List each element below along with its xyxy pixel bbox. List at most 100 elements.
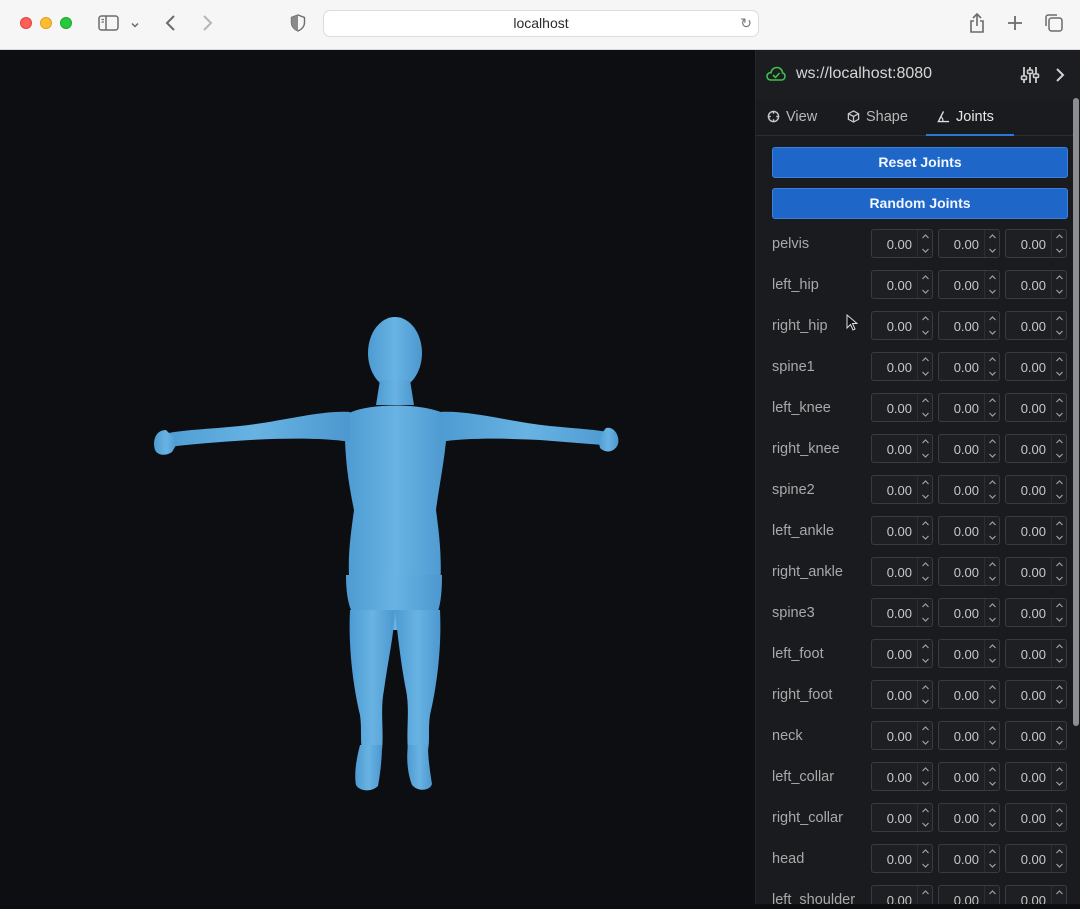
stepper-arrows-icon[interactable]: [1051, 312, 1066, 339]
joint-value-input[interactable]: 0.00: [938, 885, 1000, 904]
stepper-arrows-icon[interactable]: [984, 435, 999, 462]
joint-value-input[interactable]: 0.00: [871, 475, 933, 504]
stepper-arrows-icon[interactable]: [984, 599, 999, 626]
joint-value-input[interactable]: 0.00: [1005, 557, 1067, 586]
joint-value-input[interactable]: 0.00: [1005, 229, 1067, 258]
settings-sliders-icon[interactable]: [1020, 65, 1040, 90]
joint-value-input[interactable]: 0.00: [871, 352, 933, 381]
stepper-arrows-icon[interactable]: [1051, 230, 1066, 257]
address-bar[interactable]: localhost ↻: [323, 10, 759, 37]
stepper-arrows-icon[interactable]: [984, 476, 999, 503]
joint-value-input[interactable]: 0.00: [938, 803, 1000, 832]
joint-value-input[interactable]: 0.00: [938, 844, 1000, 873]
joint-value-input[interactable]: 0.00: [938, 762, 1000, 791]
sidebar-toggle-icon[interactable]: [98, 14, 120, 37]
stepper-arrows-icon[interactable]: [917, 640, 932, 667]
stepper-arrows-icon[interactable]: [1051, 394, 1066, 421]
joint-value-input[interactable]: 0.00: [1005, 434, 1067, 463]
stepper-arrows-icon[interactable]: [917, 722, 932, 749]
share-icon[interactable]: [968, 12, 986, 39]
stepper-arrows-icon[interactable]: [1051, 476, 1066, 503]
back-icon[interactable]: [164, 13, 178, 38]
stepper-arrows-icon[interactable]: [917, 517, 932, 544]
stepper-arrows-icon[interactable]: [1051, 845, 1066, 872]
stepper-arrows-icon[interactable]: [917, 558, 932, 585]
stepper-arrows-icon[interactable]: [917, 394, 932, 421]
joint-value-input[interactable]: 0.00: [938, 680, 1000, 709]
stepper-arrows-icon[interactable]: [917, 435, 932, 462]
joint-value-input[interactable]: 0.00: [938, 721, 1000, 750]
stepper-arrows-icon[interactable]: [917, 230, 932, 257]
stepper-arrows-icon[interactable]: [984, 804, 999, 831]
joint-value-input[interactable]: 0.00: [938, 434, 1000, 463]
joint-value-input[interactable]: 0.00: [1005, 803, 1067, 832]
joint-value-input[interactable]: 0.00: [1005, 639, 1067, 668]
stepper-arrows-icon[interactable]: [1051, 722, 1066, 749]
joint-value-input[interactable]: 0.00: [1005, 393, 1067, 422]
stepper-arrows-icon[interactable]: [1051, 435, 1066, 462]
stepper-arrows-icon[interactable]: [984, 886, 999, 904]
joint-value-input[interactable]: 0.00: [871, 844, 933, 873]
privacy-shield-icon[interactable]: [290, 14, 306, 37]
joint-value-input[interactable]: 0.00: [871, 270, 933, 299]
stepper-arrows-icon[interactable]: [984, 681, 999, 708]
joint-value-input[interactable]: 0.00: [938, 393, 1000, 422]
joint-value-input[interactable]: 0.00: [938, 352, 1000, 381]
stepper-arrows-icon[interactable]: [917, 886, 932, 904]
stepper-arrows-icon[interactable]: [984, 230, 999, 257]
stepper-arrows-icon[interactable]: [984, 271, 999, 298]
joint-value-input[interactable]: 0.00: [938, 229, 1000, 258]
tab-view[interactable]: View: [767, 100, 817, 136]
joint-value-input[interactable]: 0.00: [938, 516, 1000, 545]
joint-value-input[interactable]: 0.00: [871, 557, 933, 586]
joint-value-input[interactable]: 0.00: [1005, 516, 1067, 545]
stepper-arrows-icon[interactable]: [917, 804, 932, 831]
joint-value-input[interactable]: 0.00: [938, 598, 1000, 627]
joint-value-input[interactable]: 0.00: [1005, 762, 1067, 791]
panel-scrollbar[interactable]: [1073, 98, 1079, 726]
chevron-down-icon[interactable]: [130, 17, 140, 35]
joint-value-input[interactable]: 0.00: [871, 885, 933, 904]
new-tab-icon[interactable]: [1006, 14, 1024, 37]
joint-value-input[interactable]: 0.00: [938, 557, 1000, 586]
stepper-arrows-icon[interactable]: [984, 845, 999, 872]
joint-value-input[interactable]: 0.00: [938, 639, 1000, 668]
tab-overview-icon[interactable]: [1044, 13, 1064, 38]
tab-joints[interactable]: Joints: [926, 100, 1014, 136]
stepper-arrows-icon[interactable]: [1051, 640, 1066, 667]
joint-value-input[interactable]: 0.00: [938, 311, 1000, 340]
joint-value-input[interactable]: 0.00: [1005, 598, 1067, 627]
zoom-window-button[interactable]: [60, 17, 72, 29]
joint-value-input[interactable]: 0.00: [871, 393, 933, 422]
stepper-arrows-icon[interactable]: [984, 640, 999, 667]
stepper-arrows-icon[interactable]: [984, 353, 999, 380]
stepper-arrows-icon[interactable]: [917, 271, 932, 298]
joint-value-input[interactable]: 0.00: [871, 639, 933, 668]
joint-value-input[interactable]: 0.00: [1005, 885, 1067, 904]
joint-value-input[interactable]: 0.00: [871, 516, 933, 545]
stepper-arrows-icon[interactable]: [917, 312, 932, 339]
joint-value-input[interactable]: 0.00: [1005, 352, 1067, 381]
random-joints-button[interactable]: Random Joints: [772, 188, 1068, 219]
joint-value-input[interactable]: 0.00: [1005, 475, 1067, 504]
forward-icon[interactable]: [200, 13, 214, 38]
stepper-arrows-icon[interactable]: [1051, 558, 1066, 585]
stepper-arrows-icon[interactable]: [917, 763, 932, 790]
reload-icon[interactable]: ↻: [740, 11, 752, 36]
stepper-arrows-icon[interactable]: [917, 845, 932, 872]
stepper-arrows-icon[interactable]: [1051, 804, 1066, 831]
stepper-arrows-icon[interactable]: [1051, 886, 1066, 904]
close-window-button[interactable]: [20, 17, 32, 29]
joint-value-input[interactable]: 0.00: [871, 598, 933, 627]
stepper-arrows-icon[interactable]: [917, 681, 932, 708]
stepper-arrows-icon[interactable]: [984, 558, 999, 585]
joint-value-input[interactable]: 0.00: [938, 475, 1000, 504]
collapse-panel-icon[interactable]: [1054, 66, 1066, 89]
reset-joints-button[interactable]: Reset Joints: [772, 147, 1068, 178]
joint-value-input[interactable]: 0.00: [871, 434, 933, 463]
stepper-arrows-icon[interactable]: [1051, 599, 1066, 626]
joint-value-input[interactable]: 0.00: [938, 270, 1000, 299]
stepper-arrows-icon[interactable]: [1051, 681, 1066, 708]
joint-value-input[interactable]: 0.00: [871, 229, 933, 258]
stepper-arrows-icon[interactable]: [917, 476, 932, 503]
